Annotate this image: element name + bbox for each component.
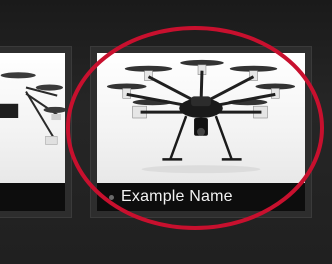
item-thumbnail [97,53,305,183]
drone-image [0,72,65,145]
gallery-view: Example Name [0,0,332,264]
drone-image [106,59,296,174]
item-name: Example Name [121,188,233,205]
item-label-bar [0,183,65,211]
status-dot-icon [109,194,114,200]
item-thumbnail [0,53,65,183]
item-label-bar: Example Name [97,183,305,211]
item-card[interactable]: Example Name [90,46,312,218]
item-card[interactable] [0,46,72,218]
